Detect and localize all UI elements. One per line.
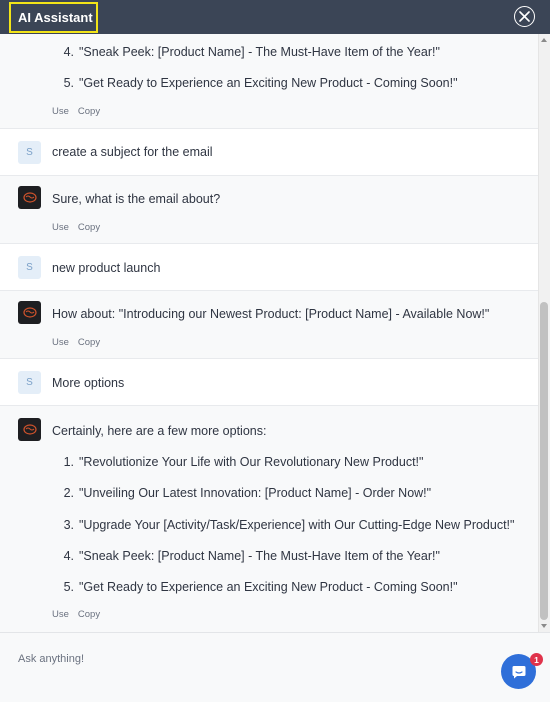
user-message-text: create a subject for the email: [52, 145, 213, 159]
brain-icon: [22, 192, 37, 203]
option-item: 4. "Sneak Peek: [Product Name] - The Must…: [63, 45, 440, 59]
bot-avatar: [18, 186, 41, 209]
brain-icon: [22, 307, 37, 318]
close-button[interactable]: [514, 6, 535, 27]
bot-message-text: How about: "Introducing our Newest Produ…: [52, 307, 490, 321]
option-item: 2. "Unveiling Our Latest Innovation: [Pro…: [63, 486, 432, 500]
bot-message: How about: "Introducing our Newest Produ…: [0, 291, 538, 359]
copy-button[interactable]: Copy: [78, 609, 100, 620]
chat-transcript[interactable]: 4. "Sneak Peek: [Product Name] - The Must…: [0, 34, 538, 632]
bot-avatar: [18, 418, 41, 441]
scrollbar-thumb[interactable]: [540, 302, 548, 620]
message-actions: Use Copy: [52, 337, 109, 348]
use-button[interactable]: Use: [52, 222, 69, 233]
message-actions: Use Copy: [52, 222, 109, 233]
option-item: 1. "Revolutionize Your Life with Our Revo…: [63, 455, 424, 469]
option-item: 4. "Sneak Peek: [Product Name] - The Must…: [63, 549, 440, 563]
bot-message: Certainly, here are a few more options: …: [0, 406, 538, 632]
assistant-title: AI Assistant: [9, 1, 98, 33]
user-avatar: S: [18, 256, 41, 279]
chat-bubble-icon: [512, 665, 525, 678]
bot-message-text: Sure, what is the email about?: [52, 192, 221, 206]
use-button[interactable]: Use: [52, 337, 69, 348]
user-avatar: S: [18, 371, 41, 394]
bot-avatar: [18, 301, 41, 324]
use-button[interactable]: Use: [52, 106, 69, 117]
brain-icon: [22, 424, 37, 435]
copy-button[interactable]: Copy: [78, 106, 100, 117]
bot-message-text: Certainly, here are a few more options:: [52, 424, 267, 438]
bot-message: Sure, what is the email about? Use Copy: [0, 176, 538, 244]
close-icon: [519, 11, 530, 22]
notification-badge: 1: [530, 653, 543, 666]
message-actions: Use Copy: [52, 609, 109, 620]
user-message: S More options: [0, 359, 538, 406]
user-message-text: More options: [52, 376, 125, 390]
bot-message: 4. "Sneak Peek: [Product Name] - The Must…: [0, 34, 538, 129]
option-item: 5. "Get Ready to Experience an Exciting N…: [63, 580, 458, 594]
ask-input[interactable]: [18, 653, 438, 665]
composer: [0, 632, 550, 702]
copy-button[interactable]: Copy: [78, 337, 100, 348]
scroll-down-arrow-icon[interactable]: [541, 624, 547, 628]
user-avatar: S: [18, 141, 41, 164]
user-message: S new product launch: [0, 244, 538, 291]
copy-button[interactable]: Copy: [78, 222, 100, 233]
header-bar: AI Assistant: [0, 0, 550, 34]
option-item: 3. "Upgrade Your [Activity/Task/Experienc…: [63, 518, 515, 532]
message-actions: Use Copy: [52, 106, 109, 117]
scroll-up-arrow-icon[interactable]: [541, 38, 547, 42]
use-button[interactable]: Use: [52, 609, 69, 620]
user-message: S create a subject for the email: [0, 129, 538, 176]
user-message-text: new product launch: [52, 261, 161, 275]
option-item: 5. "Get Ready to Experience an Exciting N…: [63, 76, 458, 90]
